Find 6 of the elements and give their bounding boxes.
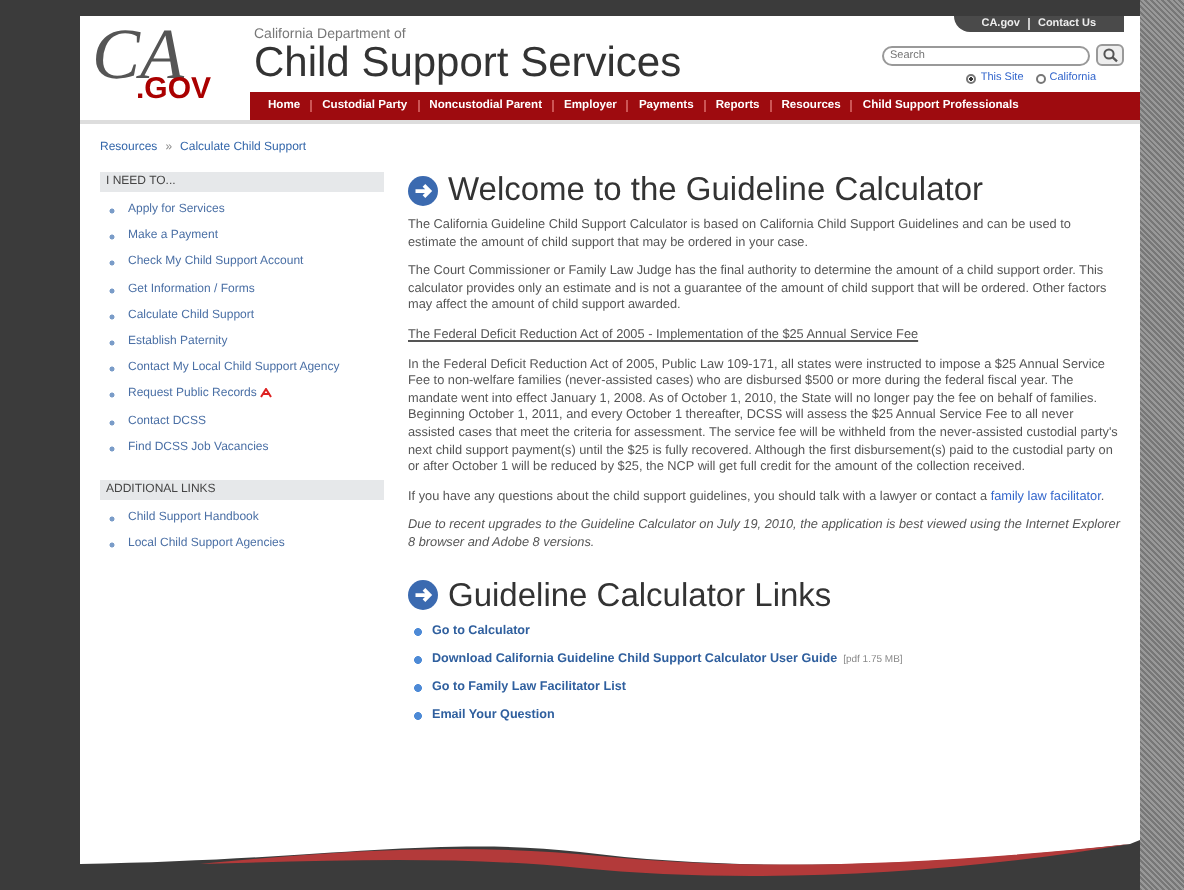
logo[interactable]: CA .GOV bbox=[80, 16, 250, 120]
page-heading: Welcome to the Guideline Calculator bbox=[448, 172, 983, 208]
section-heading: Guideline Calculator Links bbox=[448, 577, 832, 613]
site-title: Child Support Services bbox=[254, 42, 682, 86]
search-icon[interactable] bbox=[1096, 44, 1124, 66]
pdf-icon bbox=[260, 388, 273, 399]
